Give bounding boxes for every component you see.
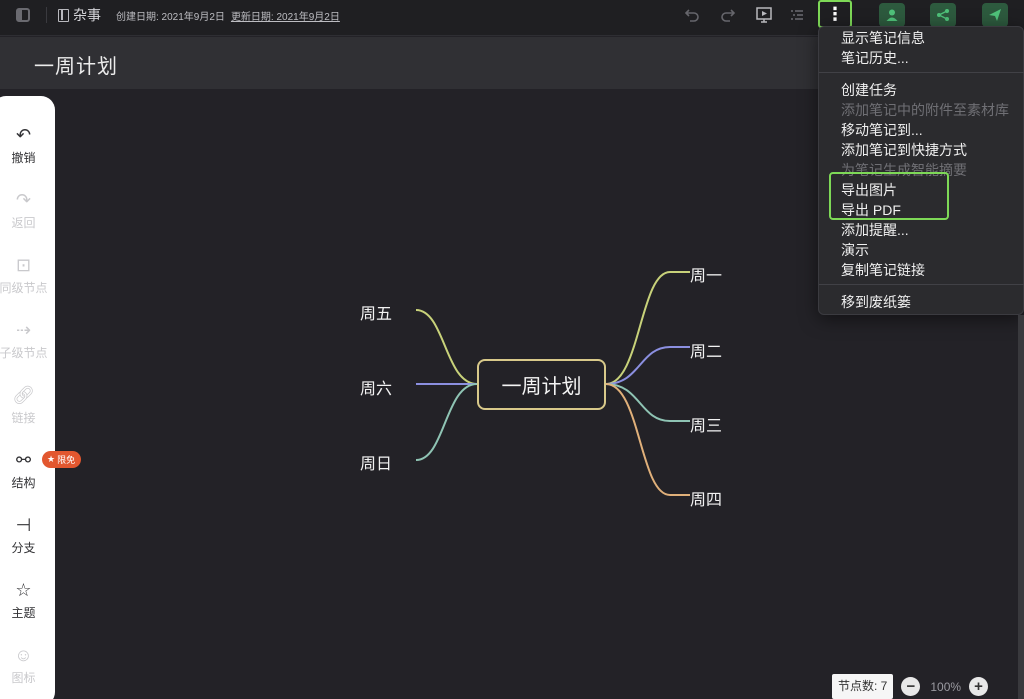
- menu-item-add-shortcut[interactable]: 添加笔记到快捷方式: [841, 140, 967, 160]
- mindmap-node-thu[interactable]: 周四: [690, 486, 722, 510]
- zoom-out-button[interactable]: −: [901, 677, 921, 696]
- branch-line-mon: [605, 271, 690, 385]
- menu-item-create-task[interactable]: 创建任务: [841, 80, 897, 100]
- menu-separator: [819, 284, 1024, 285]
- menu-item-present[interactable]: 演示: [841, 240, 869, 260]
- menu-item-copy-link[interactable]: 复制笔记链接: [841, 260, 925, 280]
- zoom-bar: 节点数: 7 − 100% +: [832, 674, 989, 699]
- mindmap-node-sat[interactable]: 周六: [360, 375, 392, 399]
- right-scroll-strip: [1018, 315, 1024, 699]
- menu-item-move-note[interactable]: 移动笔记到...: [841, 120, 923, 140]
- node-count: 节点数: 7: [832, 674, 894, 699]
- zoom-level: 100%: [930, 679, 962, 694]
- export-highlight-box: [829, 172, 949, 220]
- zoom-in-button[interactable]: +: [969, 677, 989, 696]
- mindmap-node-sun[interactable]: 周日: [360, 450, 392, 474]
- more-options-menu: 显示笔记信息 笔记历史... 创建任务 添加笔记中的附件至素材库 移动笔记到..…: [818, 26, 1024, 315]
- mindmap-node-mon[interactable]: 周一: [690, 262, 722, 286]
- mindmap-node-wed[interactable]: 周三: [690, 412, 722, 436]
- branch-line-sun: [415, 383, 478, 461]
- mindmap-node-tue[interactable]: 周二: [690, 338, 722, 362]
- menu-item-show-info[interactable]: 显示笔记信息: [841, 28, 925, 48]
- mindmap-node-fri[interactable]: 周五: [360, 300, 392, 324]
- menu-separator: [819, 72, 1024, 73]
- mindmap-center-node[interactable]: 一周计划: [477, 359, 606, 410]
- menu-item-add-reminder[interactable]: 添加提醒...: [841, 220, 909, 240]
- menu-item-add-attachments: 添加笔记中的附件至素材库: [841, 102, 1009, 118]
- branch-line-fri: [415, 309, 478, 385]
- menu-item-history[interactable]: 笔记历史...: [841, 48, 909, 68]
- branch-line-thu: [605, 383, 690, 496]
- menu-item-trash[interactable]: 移到废纸篓: [841, 292, 911, 312]
